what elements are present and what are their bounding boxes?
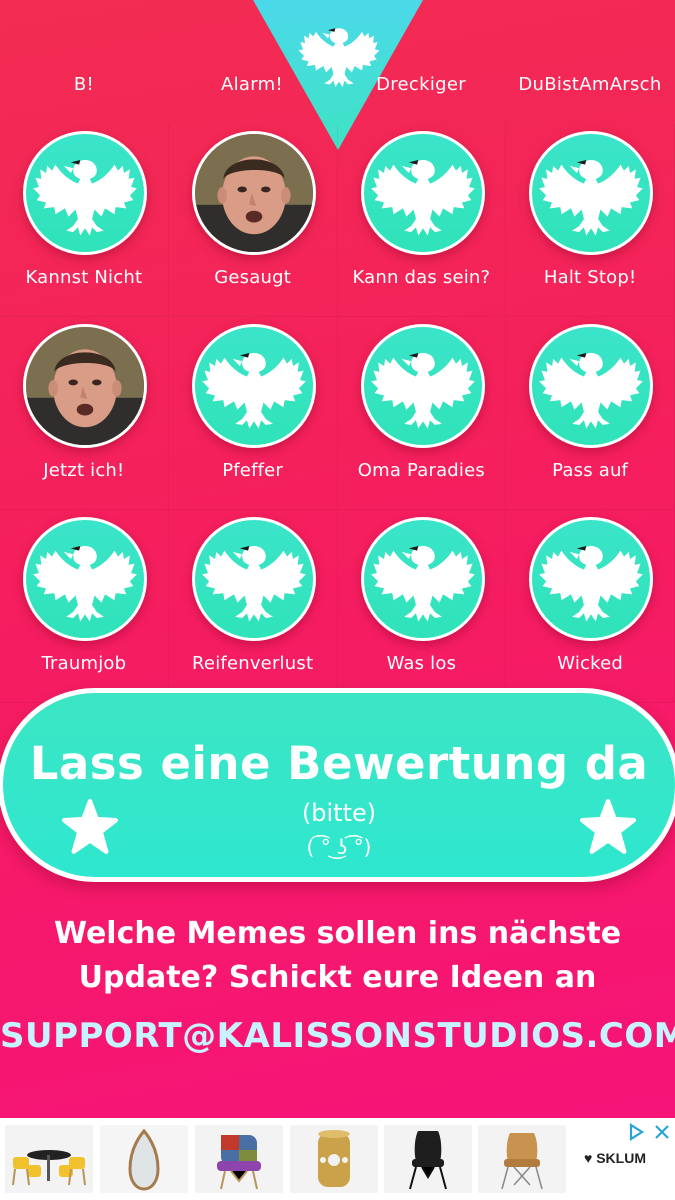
sound-label: Kannst Nicht xyxy=(25,267,143,288)
sound-label: Halt Stop! xyxy=(543,267,637,288)
eagle-icon xyxy=(360,131,485,255)
sound-grid: Kannst Nicht Gesaugt Kann das sein? Halt… xyxy=(0,124,675,703)
ad-product-black-chair[interactable] xyxy=(384,1125,472,1193)
sound-button-gesaugt[interactable]: Gesaugt xyxy=(168,124,338,317)
sound-label: Reifenverlust xyxy=(192,653,314,674)
sound-label: Wicked xyxy=(557,653,624,674)
sound-button-kannst-nicht[interactable]: Kannst Nicht xyxy=(0,124,169,317)
star-icon xyxy=(61,799,119,855)
meme-request-text: Welche Memes sollen ins nächste Update? … xyxy=(0,912,675,1000)
sound-button-jetzt-ich[interactable]: Jetzt ich! xyxy=(0,317,169,510)
ad-product-patchwork-chair[interactable] xyxy=(195,1125,283,1193)
sound-button-was-los[interactable]: Was los xyxy=(337,510,507,703)
eagle-icon xyxy=(529,517,654,641)
ad-choices-icon[interactable] xyxy=(626,1122,646,1142)
sound-button-halt-stop[interactable]: Halt Stop! xyxy=(506,124,675,317)
sound-label: Gesaugt xyxy=(214,267,291,288)
eagle-icon xyxy=(529,131,654,255)
star-icon xyxy=(579,799,637,855)
sound-label: Was los xyxy=(386,653,457,674)
sound-button-pass-auf[interactable]: Pass auf xyxy=(506,317,675,510)
ad-banner[interactable]: ♥ SKLUM xyxy=(0,1118,675,1200)
sound-label-b[interactable]: B! xyxy=(0,74,168,95)
meme-request-line-2: Update? Schickt eure Ideen an xyxy=(78,960,597,995)
ad-brand-label[interactable]: ♥ SKLUM xyxy=(584,1150,670,1166)
sound-label: Pfeffer xyxy=(222,460,284,481)
rating-title: Lass eine Bewertung da xyxy=(29,737,649,790)
eagle-icon xyxy=(360,324,485,448)
sound-button-pfeffer[interactable]: Pfeffer xyxy=(168,317,338,510)
eagle-icon xyxy=(23,131,147,255)
sound-label-alarm[interactable]: Alarm! xyxy=(168,74,336,95)
ad-product-table-chairs[interactable] xyxy=(5,1125,93,1193)
eagle-icon xyxy=(360,517,485,641)
eagle-icon xyxy=(23,517,147,641)
sound-button-wicked[interactable]: Wicked xyxy=(506,510,675,703)
eagle-icon xyxy=(529,324,654,448)
sound-button-kann-das-sein[interactable]: Kann das sein? xyxy=(337,124,507,317)
sound-label-dreckiger[interactable]: Dreckiger xyxy=(337,74,505,95)
eagle-icon xyxy=(191,517,316,641)
ad-product-mirror[interactable] xyxy=(100,1125,188,1193)
ad-product-gold-stool[interactable] xyxy=(290,1125,378,1193)
sound-label: Oma Paradies xyxy=(357,460,485,481)
man-photo xyxy=(23,324,147,448)
sound-label: Kann das sein? xyxy=(352,267,491,288)
sound-label: Traumjob xyxy=(41,653,127,674)
support-email-link[interactable]: SUPPORT@KALISSONSTUDIOS.COM xyxy=(0,1016,675,1056)
sound-button-reifenverlust[interactable]: Reifenverlust xyxy=(168,510,338,703)
sound-label: Pass auf xyxy=(552,460,629,481)
close-icon[interactable] xyxy=(652,1122,672,1142)
rate-app-button[interactable]: Lass eine Bewertung da (bitte) ( ͡° ͜ʖ ͡… xyxy=(0,688,675,882)
meme-request-line-1: Welche Memes sollen ins nächste xyxy=(53,916,622,951)
ad-product-wood-chair[interactable] xyxy=(478,1125,566,1193)
sound-button-oma-paradies[interactable]: Oma Paradies xyxy=(337,317,507,510)
sound-label-dubistamarsch[interactable]: DuBistAmArsch xyxy=(506,74,674,95)
man-photo xyxy=(191,131,316,255)
sound-button-traumjob[interactable]: Traumjob xyxy=(0,510,169,703)
eagle-icon xyxy=(191,324,316,448)
sound-label: Jetzt ich! xyxy=(43,460,125,481)
